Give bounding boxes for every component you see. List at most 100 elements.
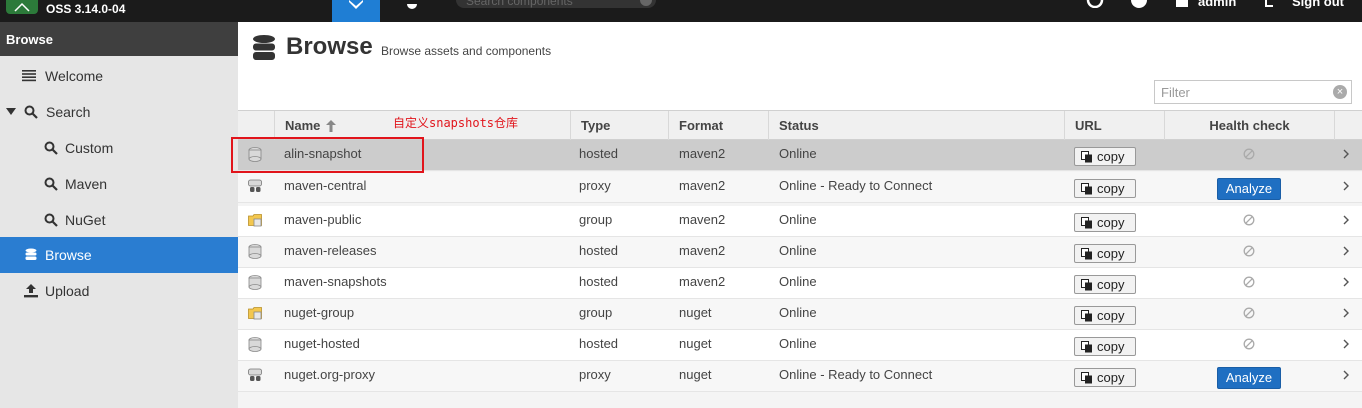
sidebar-item-maven[interactable]: Maven [0,166,238,202]
table-row[interactable]: nuget-hosted hosted nuget Online copy [238,330,1362,361]
sidebar-item-upload[interactable]: Upload [0,273,238,309]
copy-url-label: copy [1097,149,1125,164]
sign-out-link[interactable]: Sign out [1292,0,1344,9]
table-row[interactable]: maven-central proxy maven2 Online - Read… [238,172,1362,203]
copy-url-button[interactable]: copy [1074,244,1136,263]
chevron-right-icon[interactable] [1342,338,1350,350]
copy-url-button[interactable]: copy [1074,368,1136,387]
table-row[interactable]: nuget.org-proxy proxy nuget Online - Rea… [238,361,1362,392]
content-area: Browse Browse assets and components Filt… [238,22,1362,408]
sidebar-item-custom[interactable]: Custom [0,130,238,166]
repository-group-icon [248,214,262,227]
chevron-right-icon[interactable] [1342,148,1350,160]
copy-icon [1081,151,1092,163]
health-unavailable-icon [1243,214,1255,226]
repository-type: hosted [579,274,619,289]
repository-proxy-icon [248,179,262,192]
expand-caret-icon[interactable] [6,108,16,115]
filter-input[interactable]: Filter × [1154,80,1352,104]
copy-icon [1081,248,1092,260]
copy-icon [1081,341,1092,353]
repository-type: hosted [579,243,619,258]
repository-group-icon [248,307,262,320]
sidebar-item-nuget[interactable]: NuGet [0,202,238,238]
repository-name: nuget-group [284,305,355,320]
chevron-right-icon[interactable] [1342,369,1350,381]
repository-status: Online - Ready to Connect [779,367,933,382]
page-subtitle: Browse assets and components [381,44,552,58]
repository-hosted-icon [248,275,262,290]
table-row[interactable]: maven-public group maven2 Online copy [238,206,1362,237]
repository-proxy-icon [248,368,262,381]
repository-type: proxy [579,178,611,193]
sidebar-item-label: NuGet [65,212,106,228]
copy-url-button[interactable]: copy [1074,213,1136,232]
copy-url-button[interactable]: copy [1074,275,1136,294]
product-version: OSS 3.14.0-04 [46,2,126,16]
search-icon [44,213,58,227]
copy-icon [1081,279,1092,291]
sidebar-item-browse[interactable]: Browse [0,237,238,273]
analyze-button[interactable]: Analyze [1217,178,1281,200]
copy-url-button[interactable]: copy [1074,179,1136,198]
repository-type: hosted [579,336,619,351]
analyze-button[interactable]: Analyze [1217,367,1281,389]
database-icon [253,35,275,60]
repository-name: nuget-hosted [284,336,360,351]
health-unavailable-icon [1243,307,1255,319]
component-search-input[interactable]: Search components [456,0,656,8]
sidebar-item-search[interactable]: Search [0,94,238,130]
refresh-icon[interactable] [1086,0,1104,8]
chevron-right-icon[interactable] [1342,180,1350,192]
nexus-logo[interactable] [6,0,38,14]
browse-mode-button[interactable] [332,0,380,22]
copy-url-button[interactable]: copy [1074,147,1136,166]
column-header-label: Name [285,118,321,133]
health-unavailable-icon [1243,276,1255,288]
table-row[interactable]: maven-releases hosted maven2 Online copy [238,237,1362,268]
repository-format: nuget [679,367,712,382]
copy-url-button[interactable]: copy [1074,337,1136,356]
filter-placeholder: Filter [1161,85,1190,100]
column-header-url[interactable]: URL [1064,111,1164,140]
column-header-type[interactable]: Type [570,111,668,140]
repository-name: maven-snapshots [284,274,387,289]
repository-status: Online [779,146,817,161]
admin-mode-button[interactable] [404,0,424,22]
help-icon[interactable] [1130,0,1148,8]
repository-name: maven-central [284,178,367,193]
repository-type: proxy [579,367,611,382]
user-menu[interactable]: admin [1198,0,1236,9]
chevron-right-icon[interactable] [1342,307,1350,319]
sidebar-item-label: Welcome [45,68,104,84]
database-icon [25,248,37,260]
copy-icon [1081,372,1092,384]
icon-column-header [238,111,274,140]
column-header-status[interactable]: Status [768,111,1064,140]
repository-format: maven2 [679,146,726,161]
column-header-format[interactable]: Format [668,111,768,140]
copy-url-label: copy [1097,370,1125,385]
clear-filter-icon[interactable]: × [1333,85,1347,99]
clear-search-icon[interactable] [640,0,652,6]
annotation-highlight-box [231,137,424,173]
chevron-right-icon[interactable] [1342,276,1350,288]
repository-status: Online [779,305,817,320]
table-row[interactable]: nuget-group group nuget Online copy [238,299,1362,330]
column-header-health-check[interactable]: Health check [1164,111,1334,140]
chevron-right-icon[interactable] [1342,214,1350,226]
repository-format: nuget [679,336,712,351]
repository-status: Online [779,212,817,227]
copy-icon [1081,183,1092,195]
user-icon[interactable] [1174,0,1190,8]
sidebar-item-welcome[interactable]: Welcome [0,58,238,94]
repository-hosted-icon [248,337,262,352]
component-search-placeholder: Search components [466,0,573,8]
chevron-right-icon[interactable] [1342,245,1350,257]
copy-url-button[interactable]: copy [1074,306,1136,325]
table-row[interactable]: maven-snapshots hosted maven2 Online cop… [238,268,1362,299]
repository-name: maven-public [284,212,362,227]
copy-url-label: copy [1097,215,1125,230]
sign-out-icon[interactable] [1264,0,1280,8]
repository-format: maven2 [679,274,726,289]
